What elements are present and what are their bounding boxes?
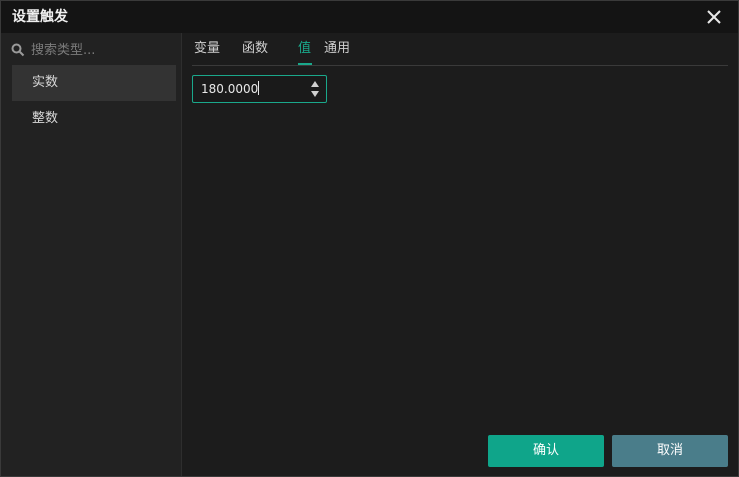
- cancel-button[interactable]: 取消: [612, 435, 728, 467]
- dialog-title: 设置触发: [12, 9, 68, 25]
- type-search: [11, 41, 176, 59]
- sidebar-item-real[interactable]: 实数: [12, 65, 176, 101]
- tab-general[interactable]: 通用: [324, 40, 350, 57]
- tab-function[interactable]: 函数: [242, 40, 268, 57]
- active-tab-indicator: [298, 63, 312, 65]
- tab-bar: 变量 函数 值 通用: [192, 33, 728, 66]
- sidebar-item-integer[interactable]: 整数: [12, 101, 176, 137]
- search-input[interactable]: [31, 41, 171, 59]
- search-icon: [11, 43, 25, 57]
- increment-arrow-icon[interactable]: [310, 80, 320, 88]
- close-icon: [707, 10, 721, 24]
- text-caret: [258, 81, 260, 95]
- tab-variable[interactable]: 变量: [194, 40, 220, 57]
- title-bar: 设置触发: [1, 1, 738, 33]
- value-number-digits: 180.0000: [201, 82, 259, 96]
- confirm-button[interactable]: 确认: [488, 435, 604, 467]
- close-button[interactable]: [704, 7, 724, 27]
- tab-value[interactable]: 值: [298, 40, 311, 57]
- set-trigger-dialog: 设置触发 实数 整数 变量 函数 值 通用 180.0000: [0, 0, 739, 477]
- type-sidebar: 实数 整数: [1, 33, 182, 476]
- value-number-text[interactable]: 180.0000: [201, 81, 260, 97]
- value-number-input[interactable]: 180.0000: [192, 75, 327, 103]
- main-panel: 变量 函数 值 通用 180.0000 确认 取消: [182, 33, 738, 476]
- decrement-arrow-icon[interactable]: [310, 90, 320, 98]
